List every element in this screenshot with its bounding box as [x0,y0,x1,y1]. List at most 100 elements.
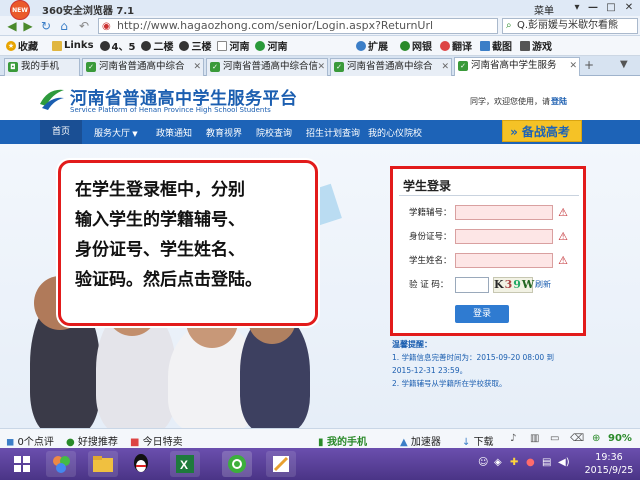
favorite-item-links[interactable]: Links [52,40,94,51]
scissors-icon [480,40,490,51]
nav-policy[interactable]: 政策通知 [156,126,192,139]
tray-user-icon[interactable]: ☺ [478,457,488,468]
favorite-item-2f[interactable]: 二楼 [141,38,173,53]
student-number-input[interactable] [455,205,553,220]
taskbar-clock[interactable]: 19:36 2015/9/25 [582,451,636,477]
tool-screenshot[interactable]: 截图 [480,38,512,53]
login-link[interactable]: 登陆 [551,96,567,107]
excel-icon[interactable]: X [170,451,200,477]
tab-student-service[interactable]: ✓ 河南省高中学生服务 ✕ [454,57,580,76]
windows-start-icon[interactable] [6,451,38,477]
search-input[interactable]: ⌕ Q.彭丽媛与米歇尔看熊 [502,18,638,34]
tool-label: 扩展 [368,42,388,53]
layout-icon[interactable]: ▭ [550,433,559,444]
phone-icon: ▮ [318,437,327,448]
gift-icon: ■ [130,437,143,448]
captcha-char: 9 [513,278,522,291]
tray-star-icon[interactable]: ✚ [510,457,518,468]
favorite-item-collect[interactable]: ★ 收藏 [6,38,38,53]
app-launcher-icon[interactable] [46,451,76,477]
speaker-icon[interactable]: ♪ [510,433,516,444]
maximize-icon[interactable]: □ [604,1,618,14]
menu-button[interactable]: 菜单 [534,2,554,17]
chart-icon[interactable]: ▥ [530,433,539,444]
comment-icon: ◼ [6,437,18,448]
tab-list-icon[interactable]: ▼ [620,59,628,70]
undo-icon[interactable]: ↶ [76,18,92,34]
id-number-input[interactable] [455,229,553,244]
tool-extensions[interactable]: 扩展 [356,38,388,53]
forward-icon[interactable]: ▶ [20,18,36,34]
close-tab-icon[interactable]: ✕ [441,59,449,75]
student-name-input[interactable] [455,253,553,268]
clean-icon[interactable]: ⌫ [570,433,584,444]
recommend-item[interactable]: ● 好搜推荐 [66,433,118,448]
favorite-item-henan-1[interactable]: 河南 [217,38,249,53]
student-login-panel: 学生登录 学籍辅号： ⚠ 身份证号： ⚠ 学生姓名： ⚠ 验 证 码： K39W… [390,166,586,336]
network-icon[interactable]: ▤ [542,457,551,468]
qq-icon[interactable] [126,451,156,477]
home-icon[interactable]: ⌂ [56,18,72,34]
favorites-bar: ★ 收藏 Links 4、5 二楼 三楼 河南 河南 扩展 网银 翻译 截图 游戏 [0,36,640,56]
close-window-icon[interactable]: ✕ [622,1,636,14]
captcha-image[interactable]: K39W [493,277,536,293]
captcha-refresh-link[interactable]: 刷新 [535,279,551,290]
chevron-down-icon: ▼ [130,130,138,138]
tab-henan-2[interactable]: ✓ 河南省普通高中综合信 ✕ [206,58,328,76]
close-tab-icon[interactable]: ✕ [317,59,325,75]
favorite-label: 4、5 [111,42,136,53]
nav-college-search[interactable]: 院校查询 [256,126,292,139]
file-explorer-icon[interactable] [88,451,118,477]
exam-prep-button[interactable]: » 备战高考 [502,120,582,142]
status-label: 我的手机 [326,437,367,448]
login-submit-button[interactable]: 登录 [455,305,509,323]
zoom-level[interactable]: 90% [608,433,632,444]
nav-home[interactable]: 首页 [40,120,82,144]
tab-henan-3[interactable]: ✓ 河南省普通高中综合 ✕ [330,58,452,76]
my-phone-item[interactable]: ▮ 我的手机 [318,433,367,448]
downloads-item[interactable]: ↓ 下载 [462,433,494,448]
nav-label: 服务大厅 [94,129,131,139]
address-toolbar: ◀ ▶ ↻ ⌂ ↶ ◉ http://www.hagaozhong.com/se… [0,16,640,36]
back-icon[interactable]: ◀ [4,18,20,34]
close-tab-icon[interactable]: ✕ [569,58,577,74]
new-tab-icon[interactable]: + [584,58,594,72]
nav-service-hall[interactable]: 服务大厅 ▼ [94,126,138,139]
captcha-input[interactable] [455,277,489,293]
favorite-label: 收藏 [18,42,38,53]
url-input[interactable]: ◉ http://www.hagaozhong.com/senior/Login… [98,18,498,34]
globe-icon [255,40,266,51]
zoom-icon: ⊕ [592,433,601,444]
refresh-icon[interactable]: ↻ [38,18,54,34]
site-header: 河南省普通高中学生服务平台 Service Platform of Henan … [0,76,640,120]
window-options-icon[interactable]: ▾ [570,1,584,14]
browser-title: 360安全浏览器 7.1 [42,6,135,17]
volume-icon[interactable]: ◀) [558,457,570,468]
warning-icon: ⚠ [558,254,568,267]
tab-my-phone[interactable]: ◘ 我的手机 [4,58,80,76]
tab-henan-1[interactable]: ✓ 河南省普通高中综合 ✕ [82,58,204,76]
paint-icon[interactable] [266,451,296,477]
nav-education[interactable]: 教育视界 [206,126,242,139]
search-icon: ⌕ [506,20,512,31]
accelerator-item[interactable]: ▲ 加速器 [400,433,441,448]
360-browser-taskbar-icon[interactable] [222,451,252,477]
tool-banking[interactable]: 网银 [400,38,432,53]
captcha-char: W [521,278,536,291]
favorite-item-henan-2[interactable]: 河南 [255,38,287,53]
nav-favorite-colleges[interactable]: 我的心仪院校 [368,126,422,139]
comments-item[interactable]: ◼ 0个点评 [6,433,54,448]
tool-translate[interactable]: 翻译 [440,38,472,53]
captcha-label: 验 证 码： [409,280,449,290]
favorite-item-3f[interactable]: 三楼 [179,38,211,53]
close-tab-icon[interactable]: ✕ [193,59,201,75]
tray-alert-icon[interactable]: ● [526,457,535,468]
deals-item[interactable]: ■ 今日特卖 [130,433,183,448]
windows-taskbar: X ☺ ◈ ✚ ● ▤ ◀) 19:36 2015/9/25 [0,448,640,480]
favorite-item-45[interactable]: 4、5 [99,38,136,53]
tray-shield-icon[interactable]: ◈ [494,457,502,468]
minimize-icon[interactable]: — [586,1,600,14]
svg-text:X: X [180,458,188,472]
nav-enrollment-plan[interactable]: 招生计划查询 [306,126,360,139]
tool-games[interactable]: 游戏 [520,38,552,53]
